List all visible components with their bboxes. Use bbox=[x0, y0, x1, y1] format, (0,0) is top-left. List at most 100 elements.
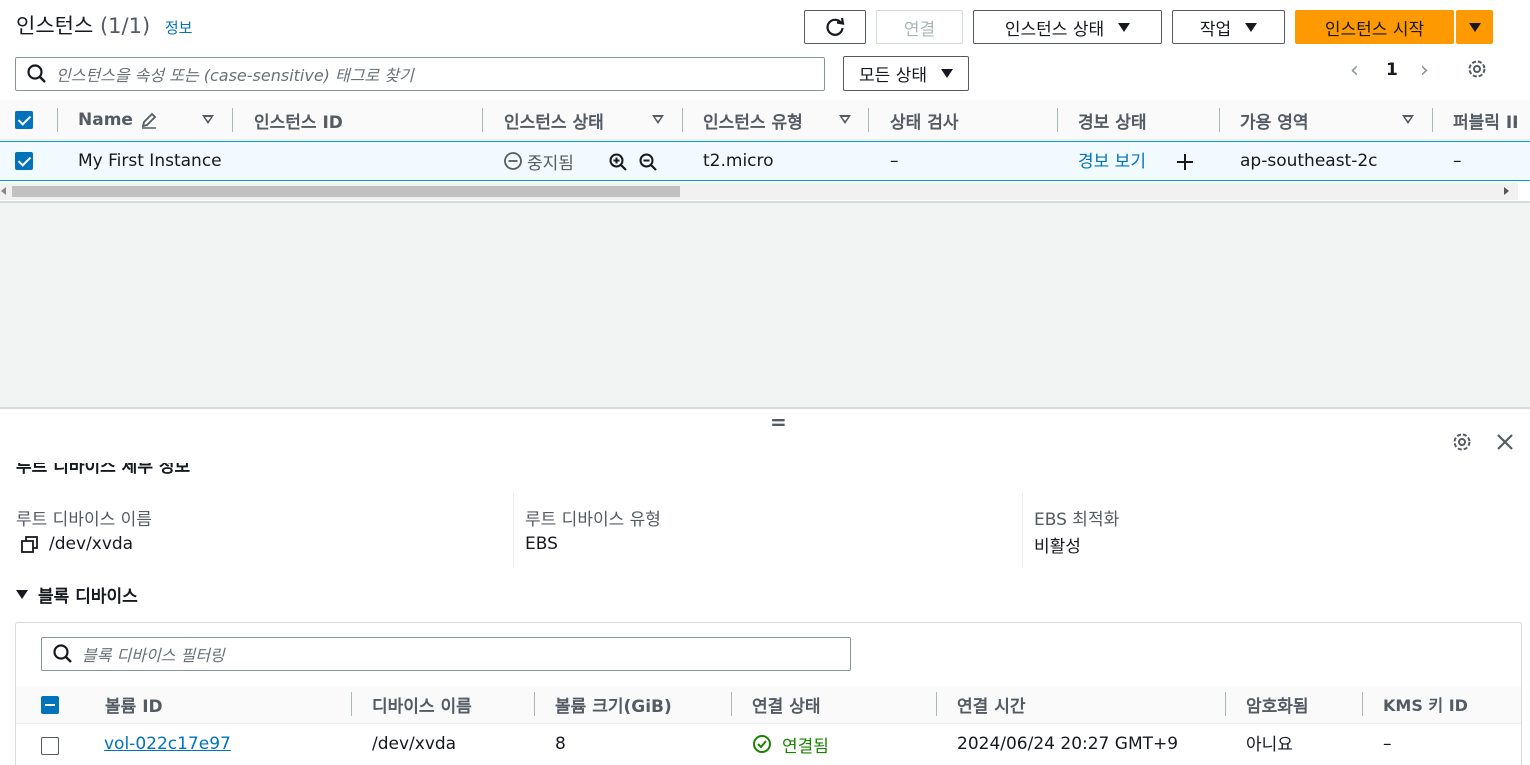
block-devices-title: 블록 디바이스 bbox=[38, 587, 138, 607]
select-all-checkbox[interactable] bbox=[41, 696, 59, 714]
column-separator bbox=[1057, 108, 1058, 132]
column-separator bbox=[1225, 692, 1226, 716]
page-number[interactable]: 1 bbox=[1386, 60, 1398, 80]
column-header-instance-id[interactable]: 인스턴스 ID bbox=[254, 100, 343, 140]
copy-icon[interactable] bbox=[20, 535, 40, 555]
view-alarms-link[interactable]: 경보 보기 bbox=[1078, 140, 1146, 178]
selection-count: (1/1) bbox=[99, 14, 151, 38]
attach-state-text: 연결됨 bbox=[782, 736, 829, 757]
caret-down-icon bbox=[16, 590, 28, 599]
actions-dropdown[interactable]: 작업 bbox=[1172, 10, 1285, 44]
column-header-volume-size[interactable]: 볼륨 크기(GiB) bbox=[555, 686, 672, 722]
table-row[interactable]: My First Instance 중지됨 t2.micro – 경보 보기 a… bbox=[0, 141, 1530, 181]
table-row[interactable]: vol-022c17e97 /dev/xvda 8 연결됨 2024/06/24… bbox=[16, 725, 1521, 765]
scroll-left-icon[interactable] bbox=[1, 187, 6, 195]
column-header-alarm-status[interactable]: 경보 상태 bbox=[1078, 100, 1146, 140]
column-separator bbox=[868, 108, 869, 132]
column-header-encrypted[interactable]: 암호화됨 bbox=[1246, 686, 1309, 722]
column-separator bbox=[682, 108, 683, 132]
column-header-availability-zone[interactable]: 가용 영역 bbox=[1240, 100, 1308, 140]
add-alarm-icon[interactable] bbox=[1175, 152, 1195, 172]
column-separator bbox=[232, 108, 233, 132]
column-header-instance-state[interactable]: 인스턴스 상태 bbox=[504, 100, 604, 140]
search-placeholder: 인스턴스을 속성 또는 (case-sensitive) 태그로 찾기 bbox=[56, 66, 414, 85]
page-title: 인스턴스 (1/1) 정보 bbox=[16, 10, 192, 40]
column-separator bbox=[731, 692, 732, 716]
scroll-right-icon[interactable] bbox=[1504, 187, 1509, 195]
block-devices-panel: 블록 디바이스 필터링 볼륨 ID 디바이스 이름 볼륨 크기(GiB) 연결 … bbox=[15, 622, 1522, 765]
state-filter-label: 모든 상태 bbox=[859, 66, 927, 86]
root-device-section-header[interactable]: 루트 디바이스 세부 정보 bbox=[16, 463, 416, 475]
device-name: /dev/xvda bbox=[372, 734, 457, 754]
column-header-attach-state[interactable]: 연결 상태 bbox=[752, 686, 820, 722]
refresh-icon bbox=[826, 17, 845, 36]
info-link[interactable]: 정보 bbox=[165, 19, 193, 37]
edit-icon bbox=[141, 112, 157, 129]
state-filter-dropdown[interactable]: 모든 상태 bbox=[843, 56, 969, 91]
zoom-in-icon[interactable] bbox=[608, 152, 628, 172]
root-device-name-value: /dev/xvda bbox=[49, 534, 134, 554]
divider bbox=[0, 201, 1530, 203]
column-header-kms-key[interactable]: KMS 키 ID bbox=[1383, 686, 1468, 722]
caret-down-icon bbox=[940, 69, 953, 78]
column-separator bbox=[482, 108, 483, 132]
column-separator bbox=[534, 692, 535, 716]
scrollbar-thumb[interactable] bbox=[12, 186, 680, 197]
launch-options-button[interactable] bbox=[1456, 10, 1493, 44]
connect-label: 연결 bbox=[903, 19, 936, 40]
volume-size: 8 bbox=[555, 734, 566, 754]
next-page-icon[interactable]: › bbox=[1420, 58, 1429, 83]
search-icon bbox=[27, 64, 46, 83]
sort-icon[interactable] bbox=[839, 115, 851, 124]
column-header-status-check[interactable]: 상태 검사 bbox=[890, 100, 958, 140]
sort-icon[interactable] bbox=[202, 115, 214, 124]
caret-down-icon bbox=[1245, 22, 1258, 32]
block-device-filter-input[interactable]: 블록 디바이스 필터링 bbox=[41, 637, 851, 671]
prev-page-icon[interactable]: ‹ bbox=[1350, 58, 1359, 83]
close-icon[interactable] bbox=[1495, 432, 1515, 452]
column-header-attach-time[interactable]: 연결 시간 bbox=[957, 686, 1025, 722]
stopped-icon bbox=[504, 152, 522, 170]
instances-panel-empty-area bbox=[0, 203, 1530, 408]
ebs-optimized-label: EBS 최적화 bbox=[1034, 510, 1120, 530]
column-separator bbox=[1219, 108, 1220, 132]
sort-icon[interactable] bbox=[652, 115, 664, 124]
search-icon bbox=[53, 644, 72, 663]
instances-table-header: Name 인스턴스 ID 인스턴스 상태 인스턴스 유형 상태 검사 경보 상태… bbox=[0, 100, 1530, 140]
column-header-name[interactable]: Name bbox=[78, 100, 159, 140]
instance-search-input[interactable]: 인스턴스을 속성 또는 (case-sensitive) 태그로 찾기 bbox=[15, 57, 825, 91]
column-header-instance-type[interactable]: 인스턴스 유형 bbox=[703, 100, 803, 140]
column-header-volume-id[interactable]: 볼륨 ID bbox=[105, 686, 163, 722]
root-device-section-title: 루트 디바이스 세부 정보 bbox=[16, 463, 191, 475]
column-header-public-ip[interactable]: 퍼블릭 IP bbox=[1453, 100, 1517, 140]
caret-down-icon bbox=[1468, 22, 1481, 32]
launch-instances-button[interactable]: 인스턴스 시작 bbox=[1295, 10, 1454, 44]
zoom-out-icon[interactable] bbox=[638, 152, 658, 172]
column-header-device-name[interactable]: 디바이스 이름 bbox=[372, 686, 472, 722]
check-circle-icon bbox=[753, 735, 771, 753]
ebs-optimized-value: 비활성 bbox=[1034, 537, 1081, 557]
instance-state-dropdown[interactable]: 인스턴스 상태 bbox=[973, 10, 1162, 44]
select-all-checkbox[interactable] bbox=[15, 111, 33, 129]
gear-icon[interactable] bbox=[1451, 431, 1473, 453]
resize-handle[interactable]: = bbox=[770, 410, 787, 434]
column-header-name-label: Name bbox=[78, 110, 133, 130]
column-separator bbox=[1432, 108, 1433, 132]
instance-id[interactable] bbox=[254, 142, 444, 180]
refresh-button[interactable] bbox=[804, 10, 866, 44]
root-device-name-label: 루트 디바이스 이름 bbox=[16, 510, 152, 530]
encrypted: 아니요 bbox=[1246, 734, 1293, 755]
block-devices-section-header[interactable]: 블록 디바이스 bbox=[16, 582, 138, 607]
instance-type: t2.micro bbox=[703, 151, 774, 171]
row-checkbox[interactable] bbox=[41, 737, 59, 755]
instance-state-label: 인스턴스 상태 bbox=[1004, 19, 1105, 40]
connect-button[interactable]: 연결 bbox=[876, 10, 963, 44]
row-checkbox[interactable] bbox=[15, 152, 33, 170]
horizontal-scrollbar[interactable] bbox=[0, 183, 1518, 200]
volume-id-link[interactable]: vol-022c17e97 bbox=[104, 725, 231, 763]
block-devices-table-header: 볼륨 ID 디바이스 이름 볼륨 크기(GiB) 연결 상태 연결 시간 암호화… bbox=[16, 686, 1521, 724]
sort-icon[interactable] bbox=[1402, 115, 1414, 124]
root-device-type-label: 루트 디바이스 유형 bbox=[525, 510, 661, 530]
column-separator bbox=[1362, 692, 1363, 716]
gear-icon[interactable] bbox=[1466, 58, 1488, 80]
